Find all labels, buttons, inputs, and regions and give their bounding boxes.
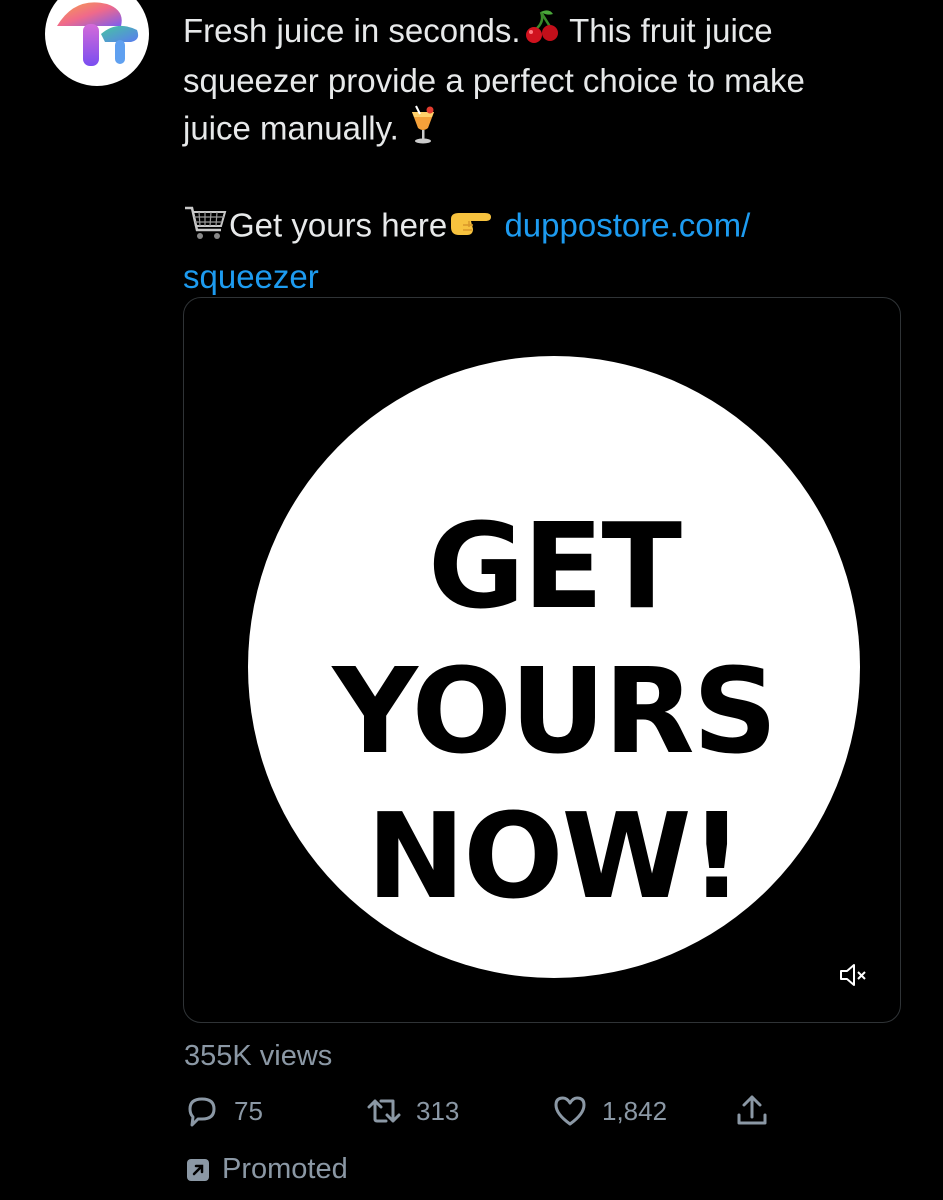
- cherry-icon: [521, 8, 561, 58]
- promoted-text: Promoted: [222, 1153, 348, 1185]
- cta-text: Get yours here: [229, 207, 448, 244]
- share-icon: [737, 1095, 767, 1125]
- avatar[interactable]: [45, 0, 149, 86]
- like-icon: [554, 1096, 586, 1126]
- pointing-hand-icon: [447, 205, 495, 251]
- view-count: 355K views: [184, 1040, 333, 1072]
- media-line-3: NOW!: [366, 787, 743, 925]
- tweet-line-3: juice manually.: [183, 110, 399, 147]
- retweet-icon: [367, 1099, 401, 1123]
- cocktail-icon: [408, 104, 438, 158]
- avatar-mushroom-icon: [57, 2, 139, 66]
- tweet-line-1b: This fruit juice: [560, 12, 773, 49]
- reply-count: 75: [234, 1095, 263, 1126]
- reply-button[interactable]: 75: [184, 1093, 263, 1129]
- tweet-text: Fresh juice in seconds. This fruit juice…: [183, 8, 903, 300]
- media-circle: GET YOURS NOW!: [248, 356, 860, 978]
- promoted-label: Promoted: [186, 1153, 348, 1186]
- link-url-cont[interactable]: squeezer: [183, 254, 903, 300]
- promoted-icon: [187, 1158, 209, 1181]
- media-headline: GET YOURS NOW!: [248, 494, 860, 929]
- like-count: 1,842: [602, 1095, 668, 1126]
- like-button[interactable]: 1,842: [552, 1093, 667, 1129]
- media-video[interactable]: GET YOURS NOW!: [183, 297, 901, 1023]
- reply-icon: [188, 1097, 216, 1127]
- cart-icon: [183, 202, 229, 254]
- share-button[interactable]: [734, 1093, 770, 1129]
- mute-icon[interactable]: [838, 962, 868, 988]
- action-bar: 75 313 1,842: [0, 1093, 943, 1137]
- retweet-button[interactable]: 313: [366, 1093, 459, 1129]
- tweet-line-2: squeezer provide a perfect choice to mak…: [183, 62, 805, 100]
- link-url[interactable]: duppostore.com/: [504, 207, 750, 244]
- media-line-2: YOURS: [332, 642, 777, 780]
- media-line-1: GET: [428, 497, 682, 635]
- tweet-line-1: Fresh juice in seconds.: [183, 12, 521, 49]
- retweet-count: 313: [416, 1095, 460, 1126]
